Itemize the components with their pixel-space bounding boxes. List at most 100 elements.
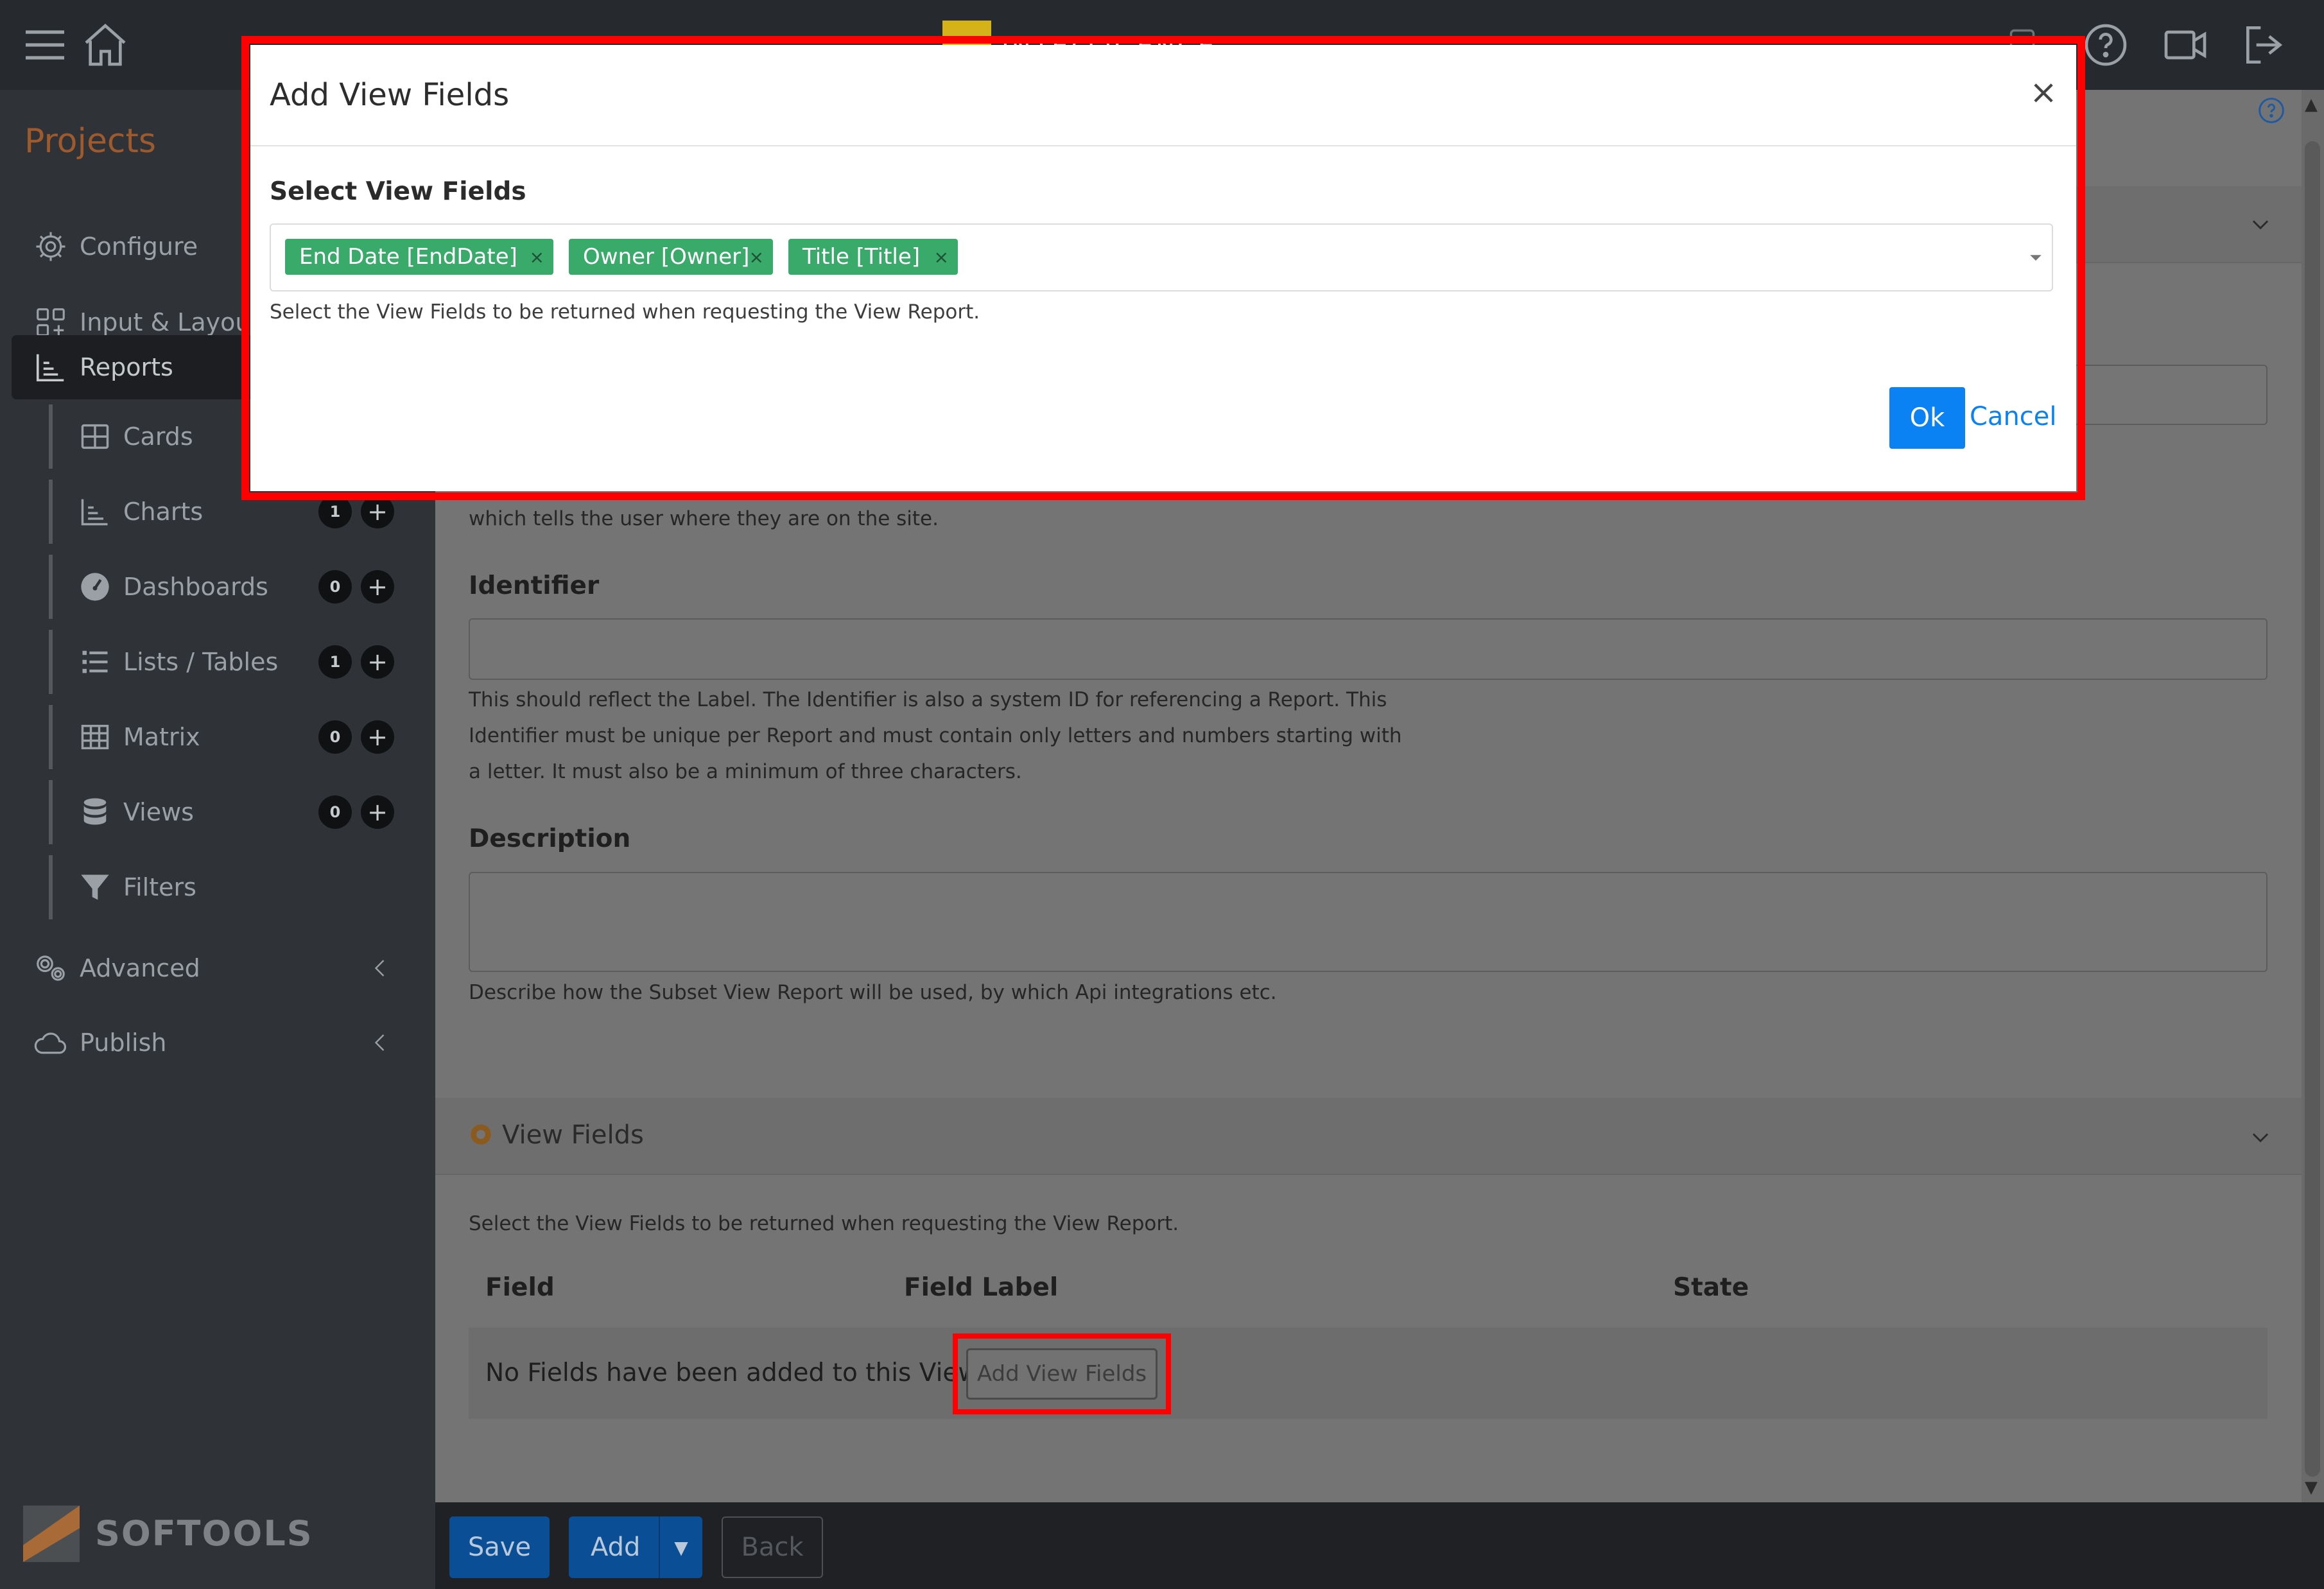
tree-line — [49, 630, 53, 694]
select-view-fields-help: Select the View Fields to be returned wh… — [270, 300, 980, 324]
tree-line — [49, 404, 53, 469]
add-list-button[interactable]: + — [361, 645, 394, 679]
identifier-help-line: a letter. It must also be a minimum of t… — [469, 760, 1022, 783]
gear-icon — [467, 1121, 494, 1148]
cards-icon — [78, 420, 112, 453]
help-icon[interactable] — [2257, 96, 2285, 125]
tree-line — [49, 780, 53, 844]
list-icon — [78, 645, 112, 679]
sidebar-item-advanced[interactable]: Advanced — [0, 936, 435, 1000]
gears-icon — [33, 951, 68, 986]
chevron-down-icon[interactable] — [2248, 212, 2273, 236]
scrollbar-thumb[interactable] — [2305, 141, 2320, 1477]
logout-icon[interactable] — [2239, 19, 2291, 71]
sidebar-subitem-dashboards[interactable]: Dashboards 0 + — [49, 555, 435, 619]
selected-field-chip: Title [Title] × — [788, 239, 958, 275]
description-textarea[interactable] — [469, 872, 2268, 972]
bar-chart-icon — [33, 350, 68, 385]
ok-button[interactable]: Ok — [1889, 387, 1965, 449]
sidebar-item-label: Configure — [80, 232, 198, 261]
select-view-fields-label: Select View Fields — [270, 177, 526, 206]
logo-mark — [23, 1506, 80, 1562]
modal-header: Add View Fields × — [250, 45, 2076, 146]
add-dashboard-button[interactable]: + — [361, 570, 394, 603]
sidebar-section-title: Projects — [24, 122, 157, 161]
chip-remove-icon[interactable]: × — [749, 247, 764, 268]
view-fields-panel-header[interactable] — [435, 1098, 2302, 1175]
sidebar-item-label: Publish — [80, 1029, 167, 1057]
sidebar-subitem-label: Views — [123, 798, 194, 826]
breadcrumb-help: which tells the user where they are on t… — [469, 507, 939, 530]
add-button[interactable]: Add — [569, 1516, 672, 1578]
column-header-field: Field — [485, 1273, 555, 1302]
sidebar-subitem-views[interactable]: Views 0 + — [49, 780, 435, 844]
gear-icon — [33, 229, 68, 264]
back-button[interactable]: Back — [722, 1516, 823, 1578]
chevron-left-icon — [369, 1031, 392, 1054]
column-header-state: State — [1673, 1273, 1749, 1302]
sidebar-subitem-label: Matrix — [123, 723, 200, 751]
sidebar-subitem-matrix[interactable]: Matrix 0 + — [49, 705, 435, 769]
sidebar-subitem-label: Filters — [123, 873, 196, 901]
view-fields-help: Select the View Fields to be returned wh… — [469, 1212, 1179, 1235]
selected-field-chip: Owner [Owner] × — [569, 239, 773, 275]
identifier-help-line: Identifier must be unique per Report and… — [469, 724, 1402, 747]
add-view-button[interactable]: + — [361, 795, 394, 829]
selected-field-chip: End Date [EndDate] × — [285, 239, 553, 275]
sidebar-subitem-filters[interactable]: Filters — [49, 855, 435, 919]
sidebar-item-publish[interactable]: Publish — [0, 1011, 435, 1075]
chip-label: Title [Title] — [802, 244, 921, 270]
dropdown-caret-icon[interactable] — [2026, 248, 2045, 267]
sidebar-subitem-label: Cards — [123, 422, 193, 451]
modal-title: Add View Fields — [270, 77, 510, 113]
chip-remove-icon[interactable]: × — [934, 247, 949, 268]
count-badge: 0 — [318, 570, 352, 603]
chip-label: End Date [EndDate] — [299, 244, 517, 270]
bottom-action-bar — [435, 1502, 2324, 1589]
database-icon — [78, 795, 112, 829]
home-icon[interactable] — [80, 19, 131, 71]
chevron-down-icon[interactable] — [2248, 1125, 2273, 1149]
view-fields-multiselect[interactable]: End Date [EndDate] × Owner [Owner] × Tit… — [270, 223, 2053, 291]
gauge-icon — [78, 570, 112, 603]
save-button[interactable]: Save — [449, 1516, 550, 1578]
empty-table-message: No Fields have been added to this View — [485, 1359, 979, 1387]
identifier-label: Identifier — [469, 571, 600, 600]
tree-line — [49, 555, 53, 619]
view-fields-panel-title: View Fields — [502, 1120, 644, 1150]
chart-icon — [78, 495, 112, 528]
softools-logo: SOFTOOLS — [23, 1506, 312, 1563]
annotation-highlight-box — [953, 1333, 1171, 1414]
sidebar-item-label: Advanced — [80, 954, 200, 982]
sidebar-subitem-label: Lists / Tables — [123, 648, 279, 676]
close-button[interactable]: × — [2027, 73, 2060, 112]
video-camera-icon[interactable] — [2160, 19, 2211, 71]
logo-text: SOFTOOLS — [95, 1513, 313, 1554]
add-dropdown-toggle[interactable]: ▼ — [659, 1516, 702, 1578]
scroll-down-arrow[interactable]: ▼ — [2305, 1478, 2318, 1497]
cancel-button[interactable]: Cancel — [1970, 394, 2060, 440]
count-badge: 0 — [318, 795, 352, 829]
description-help: Describe how the Subset View Report will… — [469, 981, 1277, 1004]
count-badge: 0 — [318, 720, 352, 754]
sidebar-item-label: Reports — [80, 353, 173, 381]
identifier-help-line: This should reflect the Label. The Ident… — [469, 688, 1387, 711]
description-label: Description — [469, 824, 631, 853]
hamburger-menu-icon[interactable] — [19, 19, 71, 71]
tree-line — [49, 705, 53, 769]
filter-icon — [78, 871, 112, 904]
sidebar-subitem-label: Dashboards — [123, 573, 268, 601]
identifier-input[interactable] — [469, 618, 2268, 680]
grid-icon — [78, 720, 112, 754]
add-matrix-button[interactable]: + — [361, 720, 394, 754]
layout-icon — [33, 305, 68, 340]
chevron-left-icon — [369, 957, 392, 980]
scroll-up-arrow[interactable]: ▲ — [2305, 95, 2318, 114]
chip-remove-icon[interactable]: × — [530, 247, 544, 268]
chip-label: Owner [Owner] — [583, 244, 750, 270]
sidebar-subitem-lists-tables[interactable]: Lists / Tables 1 + — [49, 630, 435, 694]
add-view-fields-modal: Add View Fields × Select View Fields End… — [250, 45, 2076, 491]
sidebar-subitem-label: Charts — [123, 498, 204, 526]
help-circle-icon[interactable] — [2080, 19, 2131, 71]
tree-line — [49, 480, 53, 544]
